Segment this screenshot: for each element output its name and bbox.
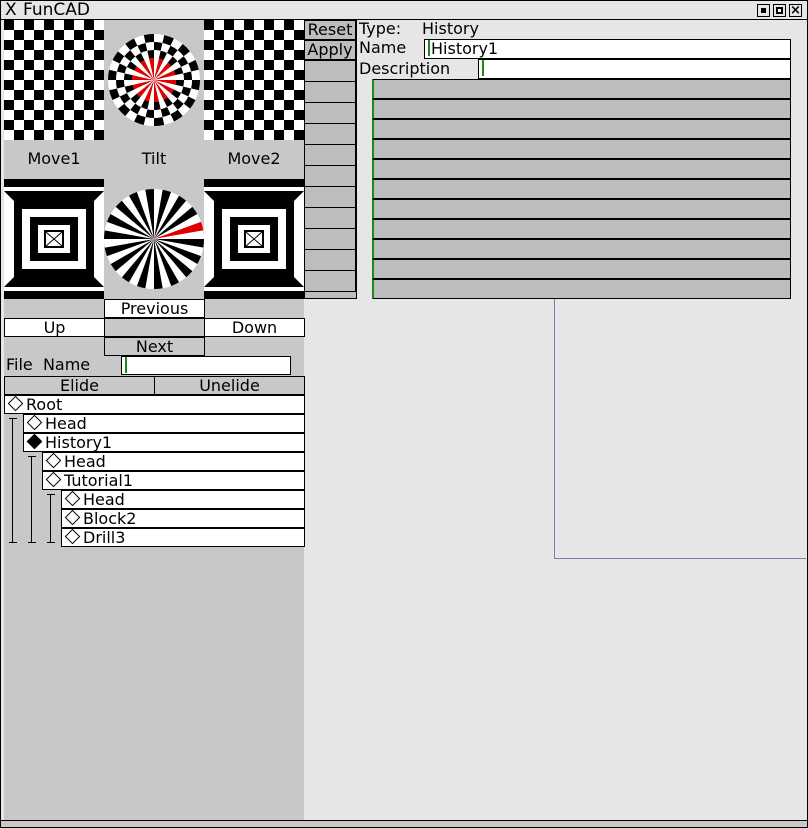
tree-node[interactable]: History1 bbox=[23, 433, 305, 452]
tree-node[interactable]: Head bbox=[23, 414, 305, 433]
elide-button[interactable]: Elide bbox=[4, 376, 155, 395]
tilt-wheel-segment bbox=[191, 80, 200, 91]
next-button[interactable]: Next bbox=[104, 337, 205, 356]
minimize-icon[interactable] bbox=[757, 4, 770, 17]
type-value: History bbox=[422, 19, 479, 38]
app-icon: X bbox=[5, 0, 17, 20]
side-cell[interactable] bbox=[304, 228, 356, 250]
tree-node-label: Head bbox=[83, 490, 125, 509]
unelide-button[interactable]: Unelide bbox=[154, 376, 305, 395]
reset-button[interactable]: Reset bbox=[304, 20, 356, 40]
node-diamond-icon[interactable] bbox=[45, 452, 62, 469]
node-diamond-icon[interactable] bbox=[26, 433, 43, 450]
up-button[interactable]: Up bbox=[4, 318, 105, 337]
tilt-view[interactable] bbox=[104, 20, 204, 140]
move1-label: Move1 bbox=[27, 149, 81, 168]
type-label: Type: bbox=[359, 19, 402, 38]
tilt-wheel-segment bbox=[108, 69, 117, 80]
tree-node-label: Head bbox=[64, 452, 106, 471]
sunburst-icon bbox=[104, 189, 204, 289]
name-input[interactable]: History1 bbox=[424, 39, 791, 59]
property-row[interactable] bbox=[372, 79, 791, 99]
tree-node[interactable]: Head bbox=[42, 452, 305, 471]
side-cell[interactable] bbox=[304, 165, 356, 187]
node-diamond-icon[interactable] bbox=[26, 414, 43, 431]
tilt-wheel-icon bbox=[108, 34, 200, 126]
property-row[interactable] bbox=[372, 159, 791, 179]
tree-node[interactable]: Drill3 bbox=[61, 528, 305, 547]
tree-connector bbox=[28, 456, 42, 543]
text-cursor bbox=[125, 357, 127, 373]
property-row[interactable] bbox=[372, 259, 791, 279]
tree-node[interactable]: Head bbox=[61, 490, 305, 509]
move2-label: Move2 bbox=[227, 149, 281, 168]
file-name-input[interactable] bbox=[121, 356, 291, 375]
node-diamond-icon[interactable] bbox=[64, 490, 81, 507]
side-cell[interactable] bbox=[304, 270, 356, 292]
side-cell[interactable] bbox=[304, 81, 356, 103]
description-input[interactable] bbox=[478, 59, 791, 79]
tilt-wheel-segment bbox=[191, 69, 200, 80]
down-view[interactable] bbox=[204, 179, 304, 299]
property-row[interactable] bbox=[372, 239, 791, 259]
previous-view[interactable] bbox=[104, 179, 204, 299]
text-cursor bbox=[482, 60, 484, 76]
node-diamond-icon[interactable] bbox=[64, 528, 81, 545]
tree-node-label: Head bbox=[45, 414, 87, 433]
node-diamond-icon[interactable] bbox=[7, 395, 24, 412]
up-view[interactable] bbox=[4, 179, 104, 299]
property-row[interactable] bbox=[372, 199, 791, 219]
side-cell[interactable] bbox=[304, 60, 356, 82]
tilt-wheel-segment bbox=[154, 117, 165, 126]
property-row[interactable] bbox=[372, 279, 791, 299]
node-diamond-icon[interactable] bbox=[45, 471, 62, 488]
tilt-wheel-segment bbox=[143, 34, 154, 43]
tilt-wheel-segment bbox=[143, 117, 154, 126]
nav-center-cell bbox=[104, 318, 205, 337]
side-cell[interactable] bbox=[304, 123, 356, 145]
property-row[interactable] bbox=[372, 139, 791, 159]
property-row[interactable] bbox=[372, 119, 791, 139]
side-cell[interactable] bbox=[304, 186, 356, 208]
status-strip bbox=[1, 820, 807, 827]
side-cell[interactable] bbox=[304, 249, 356, 271]
tree-connector bbox=[9, 418, 23, 543]
title-bar[interactable]: X FunCAD × bbox=[1, 1, 807, 20]
tree-node-label: Block2 bbox=[83, 509, 137, 528]
viewport-frame[interactable] bbox=[554, 299, 806, 559]
file-name-label: File Name bbox=[6, 355, 91, 374]
side-cell[interactable] bbox=[304, 144, 356, 166]
tree-node[interactable]: Block2 bbox=[61, 509, 305, 528]
side-cell[interactable] bbox=[304, 207, 356, 229]
tree-node[interactable]: Root bbox=[4, 395, 305, 414]
name-label: Name bbox=[359, 38, 407, 57]
tree-node[interactable]: Tutorial1 bbox=[42, 471, 305, 490]
apply-button[interactable]: Apply bbox=[304, 40, 356, 60]
tilt-wheel-segment bbox=[154, 34, 165, 43]
property-row[interactable] bbox=[372, 99, 791, 119]
name-value: History1 bbox=[431, 39, 499, 58]
side-cell[interactable] bbox=[304, 102, 356, 124]
description-label: Description bbox=[359, 59, 451, 78]
down-button[interactable]: Down bbox=[204, 318, 305, 337]
tree-node-label: Tutorial1 bbox=[64, 471, 133, 490]
tree-node-label: Drill3 bbox=[83, 528, 126, 547]
close-icon[interactable]: × bbox=[789, 4, 802, 17]
tilt-label: Tilt bbox=[141, 149, 167, 168]
text-cursor bbox=[428, 40, 430, 56]
tilt-wheel-segment bbox=[108, 80, 117, 91]
property-row[interactable] bbox=[372, 219, 791, 239]
tree-node-label: Root bbox=[26, 395, 63, 414]
previous-button[interactable]: Previous bbox=[104, 299, 205, 318]
window-title: FunCAD bbox=[23, 0, 90, 20]
move2-view[interactable] bbox=[204, 20, 304, 140]
move1-view[interactable] bbox=[4, 20, 104, 140]
tree-connector bbox=[47, 494, 61, 543]
property-row[interactable] bbox=[372, 179, 791, 199]
tree-view[interactable]: Root Head History1 Head Tutorial1 Head Block2 D… bbox=[4, 395, 305, 548]
node-diamond-icon[interactable] bbox=[64, 509, 81, 526]
maximize-icon[interactable] bbox=[773, 4, 786, 17]
tree-node-label: History1 bbox=[45, 433, 113, 452]
